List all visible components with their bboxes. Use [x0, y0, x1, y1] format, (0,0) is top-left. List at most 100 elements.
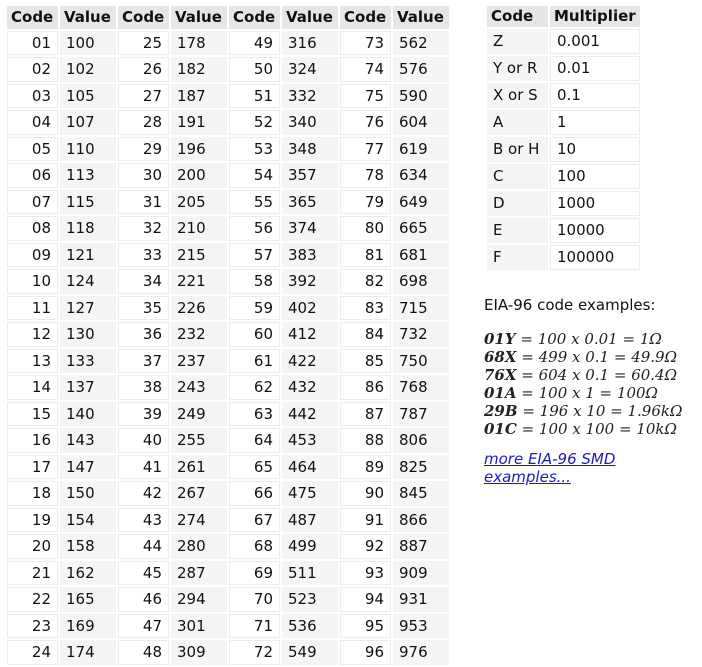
value-cell: 845: [393, 481, 449, 506]
example-formula: = 100 x 0.01 = 1Ω: [515, 330, 662, 348]
code-cell: 81: [340, 242, 391, 267]
code-cell: 28: [118, 110, 169, 135]
code-cell: 67: [229, 507, 280, 532]
example-line: 68X = 499 x 0.1 = 49.9Ω: [484, 348, 694, 366]
multiplier-table-body: Z 0.001 Y or R 0.01 X or S 0.1 A 1 B or H 10 C 100 D…: [487, 29, 640, 270]
code-cell: 22: [7, 587, 58, 612]
code-cell: 54: [229, 163, 280, 188]
code-cell: 38: [118, 375, 169, 400]
multiplier-value-cell: 100000: [550, 245, 640, 270]
value-cell: 100: [60, 30, 116, 55]
value-cell: 301: [171, 613, 227, 638]
code-cell: 48: [118, 640, 169, 665]
value-cell: 887: [393, 534, 449, 559]
example-line: 76X = 604 x 0.1 = 60.4Ω: [484, 366, 694, 384]
value-cell: 392: [282, 269, 338, 294]
example-code: 01C: [484, 420, 517, 438]
value-cell: 422: [282, 348, 338, 373]
code-cell: 40: [118, 428, 169, 453]
multiplier-header: Multiplier: [550, 6, 640, 27]
code-cell: 51: [229, 83, 280, 108]
value-cell: 130: [60, 322, 116, 347]
value-cell: 121: [60, 242, 116, 267]
multiplier-value-cell: 10000: [550, 218, 640, 243]
code-cell: 10: [7, 269, 58, 294]
code-cell: 33: [118, 242, 169, 267]
code-cell: 31: [118, 189, 169, 214]
multiplier-row: F 100000: [487, 245, 640, 270]
code-cell: 50: [229, 57, 280, 82]
value-cell: 110: [60, 136, 116, 161]
code-cell: 11: [7, 295, 58, 320]
table-row: 19 154 43 274 67 487 91 866: [7, 507, 449, 532]
examples-heading: EIA-96 code examples:: [484, 296, 656, 314]
example-line: 01C = 100 x 100 = 10kΩ: [484, 420, 694, 438]
code-cell: 77: [340, 136, 391, 161]
code-cell: 53: [229, 136, 280, 161]
value-cell: 196: [171, 136, 227, 161]
code-cell: 21: [7, 560, 58, 585]
value-cell: 499: [282, 534, 338, 559]
value-cell: 107: [60, 110, 116, 135]
code-cell: 68: [229, 534, 280, 559]
code-cell: 18: [7, 481, 58, 506]
code-cell: 75: [340, 83, 391, 108]
value-cell: 487: [282, 507, 338, 532]
code-header: Code: [118, 6, 169, 29]
example-code: 76X: [484, 366, 517, 384]
value-cell: 604: [393, 110, 449, 135]
examples-panel: EIA-96 code examples: 01Y = 100 x 0.01 =…: [484, 296, 694, 486]
multiplier-code-cell: X or S: [487, 83, 548, 108]
value-cell: 324: [282, 57, 338, 82]
table-row: 24 174 48 309 72 549 96 976: [7, 640, 449, 665]
example-line: 29B = 196 x 10 = 1.96kΩ: [484, 402, 694, 420]
value-cell: 590: [393, 83, 449, 108]
code-header: Code: [7, 6, 58, 29]
value-cell: 768: [393, 375, 449, 400]
value-cell: 124: [60, 269, 116, 294]
value-cell: 549: [282, 640, 338, 665]
table-row: 13 133 37 237 61 422 85 750: [7, 348, 449, 373]
code-cell: 39: [118, 401, 169, 426]
code-cell: 58: [229, 269, 280, 294]
code-cell: 02: [7, 57, 58, 82]
example-formula: = 499 x 0.1 = 49.9Ω: [516, 348, 678, 366]
multiplier-value-cell: 1: [550, 110, 640, 135]
code-cell: 46: [118, 587, 169, 612]
eia96-code-table: Code Value Code Value Code Value Code Va…: [5, 4, 451, 667]
value-cell: 931: [393, 587, 449, 612]
code-cell: 92: [340, 534, 391, 559]
value-cell: 909: [393, 560, 449, 585]
value-cell: 453: [282, 428, 338, 453]
value-cell: 140: [60, 401, 116, 426]
code-cell: 35: [118, 295, 169, 320]
example-formula: = 100 x 1 = 100Ω: [516, 384, 658, 402]
value-cell: 464: [282, 454, 338, 479]
value-cell: 162: [60, 560, 116, 585]
multiplier-code-cell: Y or R: [487, 56, 548, 81]
code-cell: 64: [229, 428, 280, 453]
code-cell: 26: [118, 57, 169, 82]
value-cell: 825: [393, 454, 449, 479]
code-cell: 15: [7, 401, 58, 426]
table-row: 01 100 25 178 49 316 73 562: [7, 30, 449, 55]
example-code: 68X: [484, 348, 517, 366]
value-header: Value: [393, 6, 449, 29]
code-cell: 19: [7, 507, 58, 532]
value-cell: 634: [393, 163, 449, 188]
example-formula: = 196 x 10 = 1.96kΩ: [517, 402, 683, 420]
more-examples-link[interactable]: more EIA-96 SMD examples...: [484, 450, 634, 486]
code-cell: 79: [340, 189, 391, 214]
table-row: 15 140 39 249 63 442 87 787: [7, 401, 449, 426]
code-cell: 62: [229, 375, 280, 400]
code-cell: 73: [340, 30, 391, 55]
code-cell: 90: [340, 481, 391, 506]
code-cell: 41: [118, 454, 169, 479]
value-cell: 127: [60, 295, 116, 320]
code-cell: 36: [118, 322, 169, 347]
value-cell: 316: [282, 30, 338, 55]
code-cell: 70: [229, 587, 280, 612]
code-cell: 44: [118, 534, 169, 559]
multiplier-code-cell: A: [487, 110, 548, 135]
value-cell: 294: [171, 587, 227, 612]
